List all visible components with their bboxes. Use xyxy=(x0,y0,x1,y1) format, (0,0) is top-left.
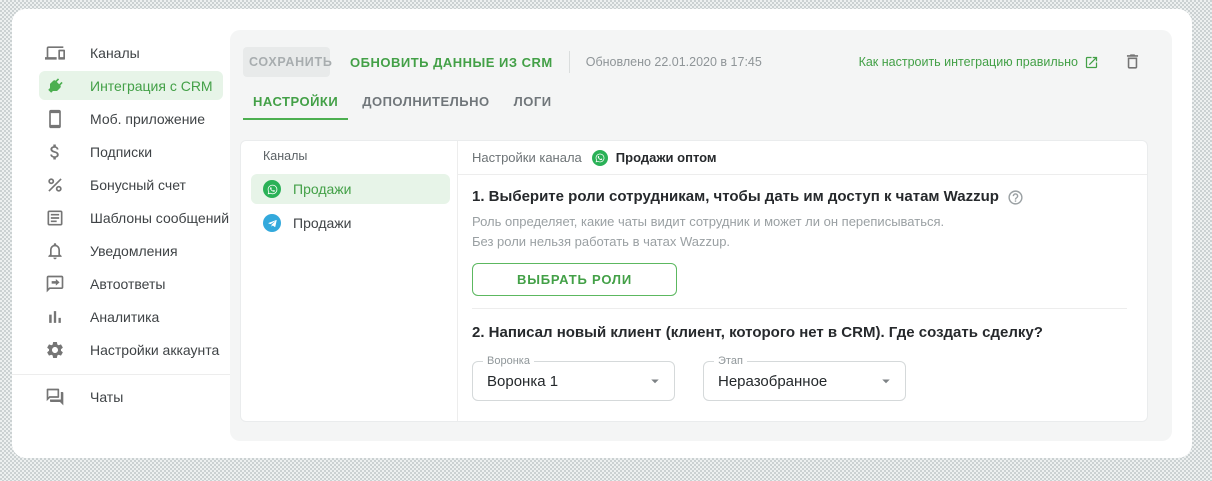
sidebar-item-label: Автоответы xyxy=(90,276,165,292)
stage-select-label: Этап xyxy=(714,355,747,367)
toolbar-divider xyxy=(569,51,570,73)
sidebar-item-label: Подписки xyxy=(90,144,152,160)
telegram-icon xyxy=(263,214,281,232)
percent-icon xyxy=(45,175,65,195)
sidebar-item-mobile-app[interactable]: Моб. приложение xyxy=(12,102,230,135)
help-link-label: Как настроить интеграцию правильно xyxy=(859,55,1078,69)
sidebar: Каналы Интеграция с CRM Моб. приложение … xyxy=(12,9,230,458)
refresh-from-crm-button[interactable]: ОБНОВИТЬ ДАННЫЕ ИЗ CRM xyxy=(350,55,553,70)
chats-icon xyxy=(45,387,65,407)
whatsapp-icon xyxy=(263,180,281,198)
deal-section-title-row: 2. Написал новый клиент (клиент, которог… xyxy=(472,324,1127,342)
channels-list: Каналы Продажи Продажи xyxy=(241,141,458,421)
sidebar-item-notifications[interactable]: Уведомления xyxy=(12,234,230,267)
sidebar-item-channels[interactable]: Каналы xyxy=(12,36,230,69)
sidebar-item-label: Чаты xyxy=(90,389,123,405)
funnel-select-value: Воронка 1 xyxy=(487,373,646,390)
stage-select[interactable]: Этап Неразобранное xyxy=(703,361,906,401)
sidebar-item-autoreplies[interactable]: Автоответы xyxy=(12,267,230,300)
stage-select-value: Неразобранное xyxy=(718,373,877,390)
sidebar-item-crm-integration[interactable]: Интеграция с CRM xyxy=(12,69,230,102)
roles-section-description: Роль определяет, какие чаты видит сотруд… xyxy=(472,212,1127,252)
sidebar-item-label: Каналы xyxy=(90,45,140,61)
roles-description-line2: Без роли нельзя работать в чатах Wazzup. xyxy=(472,232,1127,252)
tab-advanced[interactable]: ДОПОЛНИТЕЛЬНО xyxy=(352,94,499,120)
sidebar-item-label: Настройки аккаунта xyxy=(90,342,219,358)
gear-icon xyxy=(45,340,65,360)
delete-integration-button[interactable] xyxy=(1123,52,1142,72)
sidebar-item-templates[interactable]: Шаблоны сообщений xyxy=(12,201,230,234)
tab-logs[interactable]: ЛОГИ xyxy=(504,94,562,120)
dollar-icon xyxy=(45,142,65,162)
tab-settings[interactable]: НАСТРОЙКИ xyxy=(243,94,348,120)
app-window: Каналы Интеграция с CRM Моб. приложение … xyxy=(12,9,1192,458)
settings-card: Каналы Продажи Продажи Настройки xyxy=(240,140,1148,422)
channel-settings-label: Настройки канала xyxy=(472,150,582,165)
sidebar-item-label: Уведомления xyxy=(90,243,178,259)
sidebar-item-subscriptions[interactable]: Подписки xyxy=(12,135,230,168)
plug-icon xyxy=(45,76,65,96)
choose-roles-button[interactable]: ВЫБРАТЬ РОЛИ xyxy=(472,263,677,296)
funnel-select[interactable]: Воронка Воронка 1 xyxy=(472,361,675,401)
devices-icon xyxy=(45,43,65,63)
help-icon[interactable] xyxy=(1007,189,1024,206)
updated-timestamp: Обновлено 22.01.2020 в 17:45 xyxy=(586,55,762,69)
bar-chart-icon xyxy=(45,307,65,327)
chevron-down-icon xyxy=(646,372,664,390)
main-panel: СОХРАНИТЬ ОБНОВИТЬ ДАННЫЕ ИЗ CRM Обновле… xyxy=(230,30,1172,441)
template-icon xyxy=(45,208,65,228)
whatsapp-icon xyxy=(592,150,608,166)
chevron-down-icon xyxy=(877,372,895,390)
autoreply-icon xyxy=(45,274,65,294)
sidebar-item-label: Бонусный счет xyxy=(90,177,186,193)
sidebar-item-label: Моб. приложение xyxy=(90,111,205,127)
roles-section-title-row: 1. Выберите роли сотрудникам, чтобы дать… xyxy=(472,188,1127,206)
channel-settings-header: Настройки канала Продажи оптом xyxy=(458,141,1147,175)
sidebar-item-label: Аналитика xyxy=(90,309,159,325)
channel-name: Продажи xyxy=(293,215,351,231)
section-divider xyxy=(472,308,1127,309)
smartphone-icon xyxy=(45,109,65,129)
roles-section-title: 1. Выберите роли сотрудникам, чтобы дать… xyxy=(472,188,999,206)
channel-item-whatsapp[interactable]: Продажи xyxy=(251,174,450,204)
channel-settings: Настройки канала Продажи оптом 1. Выбери… xyxy=(458,141,1147,421)
toolbar: СОХРАНИТЬ ОБНОВИТЬ ДАННЫЕ ИЗ CRM Обновле… xyxy=(243,47,1142,77)
channel-settings-body: 1. Выберите роли сотрудникам, чтобы дать… xyxy=(458,175,1147,401)
funnel-select-label: Воронка xyxy=(483,355,534,367)
trash-icon xyxy=(1123,52,1142,71)
save-button[interactable]: СОХРАНИТЬ xyxy=(243,47,330,77)
tab-bar: НАСТРОЙКИ ДОПОЛНИТЕЛЬНО ЛОГИ xyxy=(243,94,562,120)
sidebar-item-chats[interactable]: Чаты xyxy=(12,380,230,413)
sidebar-item-analytics[interactable]: Аналитика xyxy=(12,300,230,333)
channels-list-title: Каналы xyxy=(241,149,457,163)
roles-description-line1: Роль определяет, какие чаты видит сотруд… xyxy=(472,212,1127,232)
sidebar-item-label: Шаблоны сообщений xyxy=(90,210,229,226)
integration-help-link[interactable]: Как настроить интеграцию правильно xyxy=(859,55,1099,70)
sidebar-divider xyxy=(12,374,230,375)
channel-item-telegram[interactable]: Продажи xyxy=(251,208,450,238)
external-link-icon xyxy=(1084,55,1099,70)
channel-name: Продажи xyxy=(293,181,351,197)
deal-selects-row: Воронка Воронка 1 Этап Неразобранное xyxy=(472,361,1127,401)
sidebar-item-bonus[interactable]: Бонусный счет xyxy=(12,168,230,201)
bell-icon xyxy=(45,241,65,261)
deal-section-title: 2. Написал новый клиент (клиент, которог… xyxy=(472,324,1043,342)
sidebar-item-label: Интеграция с CRM xyxy=(90,78,213,94)
sidebar-item-account-settings[interactable]: Настройки аккаунта xyxy=(12,333,230,366)
channel-settings-channel-name: Продажи оптом xyxy=(616,150,717,165)
